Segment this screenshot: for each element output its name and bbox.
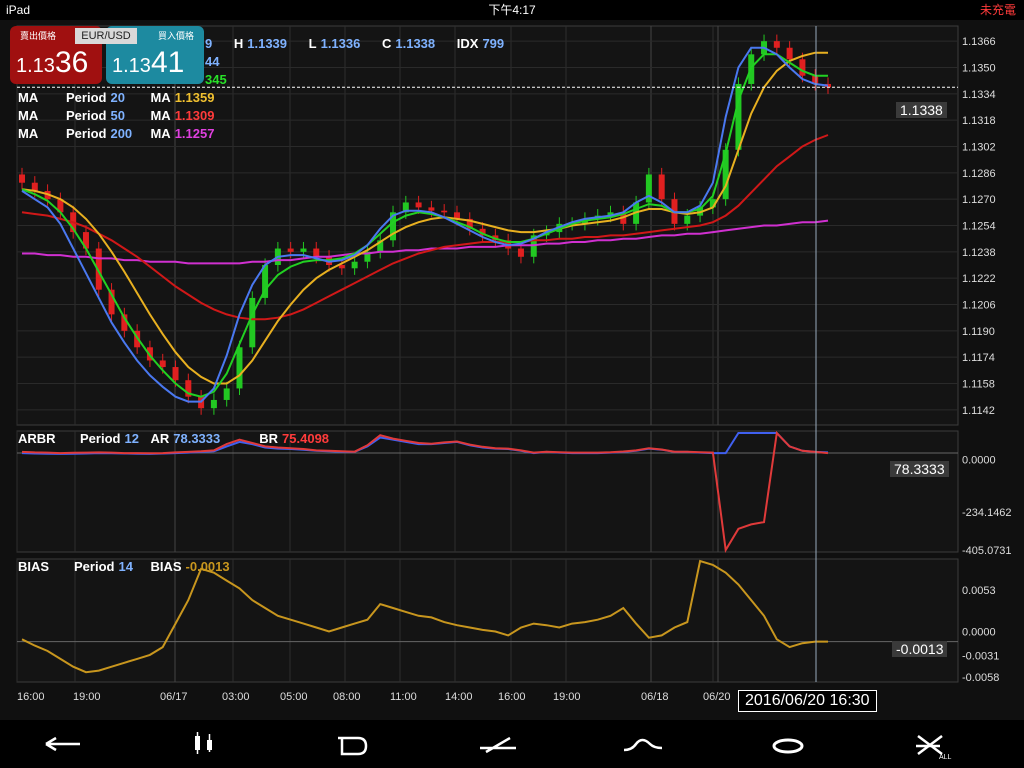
candle-body bbox=[684, 215, 691, 224]
sell-label: 賣出價格 bbox=[20, 31, 57, 41]
candle-body bbox=[799, 59, 806, 76]
candle-body bbox=[441, 210, 448, 213]
candle-body bbox=[19, 174, 25, 183]
ma-green-value: 345 bbox=[205, 72, 227, 87]
arbr-y-tick: -234.1462 bbox=[962, 507, 1012, 519]
candle-body bbox=[351, 261, 358, 269]
clock: 下午4:17 bbox=[488, 3, 536, 17]
idx-label: IDX bbox=[456, 36, 479, 51]
bias-y-tick: 0.0000 bbox=[962, 626, 996, 638]
x-tick-label: 06/20 bbox=[703, 691, 731, 703]
candle-body bbox=[236, 347, 243, 389]
candle-body bbox=[415, 202, 422, 208]
x-tick-label: 08:00 bbox=[333, 691, 361, 703]
arbr-legend: ARBR Period 12 AR 78.3333 BR 75.4098 bbox=[18, 431, 330, 446]
bias-y-tick: -0.0058 bbox=[962, 672, 999, 684]
ma-fast-value: 44 bbox=[205, 54, 220, 69]
currency-pair-selector[interactable]: EUR/USD bbox=[75, 28, 137, 44]
y-tick-label: 1.1142 bbox=[962, 405, 995, 417]
idx-value: 799 bbox=[482, 36, 505, 51]
chart-canvas[interactable]: 1.1366 1.1350 1.1334 1.1318 1.1302 1.1286 1.12… bbox=[0, 20, 1024, 720]
high-value: 1.1339 bbox=[247, 36, 288, 51]
candle-body bbox=[300, 248, 307, 252]
y-tick-label: 1.1334 bbox=[962, 89, 996, 101]
close-value: 1.1338 bbox=[395, 36, 436, 51]
battery-status: 未充電 bbox=[979, 3, 1016, 17]
ma50-legend: MA Period 50 MA 1.1309 bbox=[18, 108, 215, 123]
x-tick-label: 16:00 bbox=[498, 691, 526, 703]
candle-body bbox=[223, 388, 230, 400]
x-tick-label: 06/17 bbox=[160, 691, 188, 703]
status-bar: iPad 下午4:17 未充電 bbox=[0, 0, 1024, 20]
y-tick-label: 1.1206 bbox=[962, 300, 996, 312]
candle-body bbox=[428, 207, 435, 211]
candle-body bbox=[517, 248, 524, 257]
buy-price: 1.1341 bbox=[112, 46, 185, 79]
panel-frame-1 bbox=[16, 430, 959, 553]
line-tool-icon[interactable] bbox=[478, 726, 518, 762]
y-tick-label: 1.1222 bbox=[962, 273, 996, 285]
candle-body bbox=[645, 174, 652, 203]
draw-d-icon[interactable] bbox=[332, 726, 372, 762]
bias-y-tick: -0.0031 bbox=[962, 651, 999, 663]
y-tick-label: 1.1174 bbox=[962, 352, 995, 364]
close-label: C bbox=[381, 36, 392, 51]
x-tick-label: 14:00 bbox=[445, 691, 473, 703]
candle-body bbox=[249, 297, 256, 348]
y-tick-label: 1.1318 bbox=[962, 115, 996, 127]
ma200-legend: MA Period 200 MA 1.1257 bbox=[18, 126, 215, 141]
candle-body bbox=[210, 399, 217, 409]
candle-body bbox=[773, 41, 780, 48]
y-tick-label: 1.1190 bbox=[962, 326, 995, 338]
candle-body bbox=[658, 174, 665, 200]
bias-y-tick: 0.0053 bbox=[962, 585, 996, 597]
bias-legend: BIAS Period 14 BIAS -0.0013 bbox=[18, 559, 230, 574]
circle-tool-icon[interactable] bbox=[768, 726, 808, 762]
bias-current-label: -0.0013 bbox=[892, 641, 948, 657]
panel-frame-2 bbox=[16, 558, 959, 683]
close-all-icon[interactable]: ALL bbox=[912, 726, 952, 762]
open-value: 9 bbox=[205, 36, 213, 51]
y-tick-label: 1.1158 bbox=[962, 379, 995, 391]
current-price-label: 1.1338 bbox=[896, 102, 947, 118]
y-tick-label: 1.1350 bbox=[962, 63, 996, 75]
y-tick-label: 1.1270 bbox=[962, 194, 996, 206]
candle-body bbox=[172, 367, 179, 381]
candle-type-icon[interactable] bbox=[185, 726, 225, 762]
svg-text:ALL: ALL bbox=[939, 754, 952, 761]
arrow-left-icon[interactable] bbox=[42, 726, 82, 762]
low-label: L bbox=[308, 36, 317, 51]
x-tick-label: 05:00 bbox=[280, 691, 308, 703]
x-tick-label: 03:00 bbox=[222, 691, 250, 703]
y-tick-label: 1.1286 bbox=[962, 168, 996, 180]
buy-label: 買入價格 bbox=[157, 31, 194, 41]
arbr-y-tick: -405.0731 bbox=[962, 545, 1012, 557]
chart-area[interactable]: 1.1366 1.1350 1.1334 1.1318 1.1302 1.1286 1.12… bbox=[0, 20, 1024, 720]
y-tick-label: 1.1238 bbox=[962, 247, 996, 259]
x-tick-label: 19:00 bbox=[553, 691, 581, 703]
curve-tool-icon[interactable] bbox=[622, 726, 663, 762]
arbr-y-tick: 0.0000 bbox=[962, 455, 996, 467]
arbr-current-label: 78.3333 bbox=[890, 461, 949, 477]
y-tick-label: 1.1366 bbox=[962, 36, 996, 48]
x-tick-label: 06/18 bbox=[641, 691, 669, 703]
ma20-legend: MA Period 20 MA 1.1359 bbox=[18, 90, 215, 105]
high-label: H bbox=[233, 36, 244, 51]
y-tick-label: 1.1302 bbox=[962, 142, 996, 154]
ohlc-legend: 9 H 1.1339 L 1.1336 C 1.1338 IDX 799 bbox=[205, 36, 508, 51]
x-tick-label: 11:00 bbox=[390, 691, 417, 703]
sell-price: 1.1336 bbox=[16, 46, 89, 79]
bottom-toolbar: ALL bbox=[0, 720, 1024, 768]
candle-body bbox=[313, 248, 320, 257]
low-value: 1.1336 bbox=[320, 36, 361, 51]
x-tick-label: 19:00 bbox=[73, 691, 101, 703]
candle-body bbox=[786, 47, 793, 60]
crosshair-date-readout: 2016/06/20 16:30 bbox=[738, 690, 877, 712]
candle-body bbox=[287, 248, 294, 252]
y-tick-label: 1.1254 bbox=[962, 221, 996, 233]
x-tick-label: 16:00 bbox=[17, 691, 45, 703]
candle-body bbox=[159, 360, 166, 368]
